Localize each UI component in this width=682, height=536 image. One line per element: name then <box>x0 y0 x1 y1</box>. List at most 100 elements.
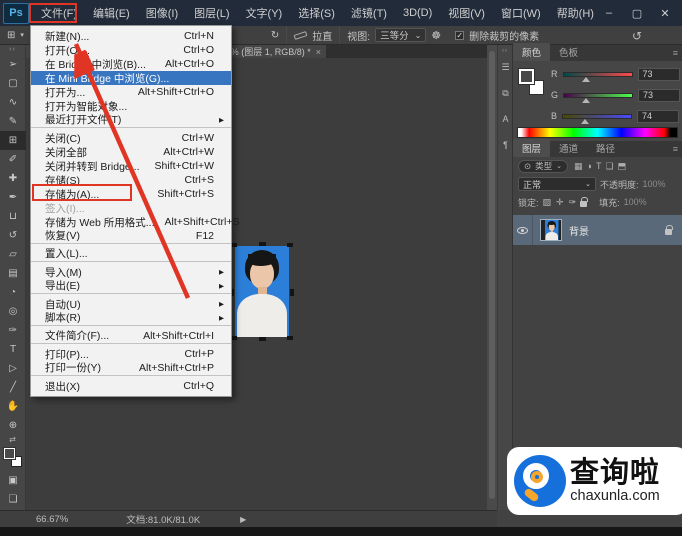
visibility-toggle[interactable] <box>513 215 533 245</box>
menu-item[interactable]: 打开为... Alt+Shift+Ctrl+O ▶ <box>31 85 231 99</box>
menubar-item[interactable]: 文字(Y) <box>238 0 291 26</box>
tab-channels[interactable]: 通道 <box>550 139 587 157</box>
scrollbar-thumb[interactable] <box>489 51 495 499</box>
menu-item[interactable]: 签入(I)... ▶ <box>31 201 231 215</box>
tool-button[interactable]: ✐ <box>0 150 26 169</box>
tab-color[interactable]: 颜色 <box>513 43 551 61</box>
crop-handle[interactable] <box>259 337 266 341</box>
screen-mode-button[interactable]: ❏ <box>0 490 26 509</box>
blue-value-field[interactable]: 74 <box>637 109 680 123</box>
tool-button[interactable]: ▤ <box>0 264 26 283</box>
lock-option-icon[interactable]: ▨ <box>543 197 552 208</box>
dock-panel-icon[interactable]: A <box>498 106 513 132</box>
lock-all-icon[interactable] <box>580 197 589 207</box>
crop-handle[interactable] <box>287 243 293 247</box>
menu-item[interactable]: 在 Bridge 中浏览(B)... Alt+Ctrl+O ▶ <box>31 57 231 71</box>
vertical-scrollbar[interactable] <box>487 45 497 510</box>
menu-item[interactable]: 导出(E) ▶ <box>31 279 231 294</box>
panel-menu-icon[interactable]: ≡ <box>673 144 678 154</box>
opacity-value[interactable]: 100% <box>643 179 666 189</box>
maximize-button[interactable]: ▢ <box>624 4 650 22</box>
dock-panel-icon[interactable]: ☰ <box>498 54 513 80</box>
reset-tool-icon[interactable]: ↺ <box>632 29 642 43</box>
tool-button[interactable]: ✑ <box>0 321 26 340</box>
tool-button[interactable]: ⊔ <box>0 207 26 226</box>
lock-option-icon[interactable]: ✑ <box>569 197 577 208</box>
menu-item[interactable]: 在 Mini Bridge 中浏览(G)... ▶ <box>31 71 231 85</box>
blue-slider[interactable] <box>562 113 633 124</box>
tool-button[interactable]: T <box>0 340 26 359</box>
red-slider[interactable] <box>562 71 633 82</box>
layer-filter-icon[interactable]: T <box>594 161 604 172</box>
tool-button[interactable]: ✚ <box>0 169 26 188</box>
menubar-item[interactable]: 3D(D) <box>395 0 440 26</box>
panel-menu-icon[interactable]: ≡ <box>673 48 678 58</box>
dock-panel-icon[interactable]: ¶ <box>498 132 513 158</box>
crop-handle[interactable] <box>259 242 266 246</box>
tool-button[interactable]: ▷ <box>0 359 26 378</box>
menu-item[interactable]: 导入(M) ▶ <box>31 265 231 279</box>
tool-button[interactable]: ▱ <box>0 245 26 264</box>
tool-button[interactable]: ∿ <box>0 93 26 112</box>
menu-item[interactable]: 退出(X) Ctrl+Q ▶ <box>31 379 231 393</box>
layer-filter-icon[interactable]: ❏ <box>603 161 615 172</box>
tab-paths[interactable]: 路径 <box>587 139 624 157</box>
tool-button[interactable]: ◎ <box>0 302 26 321</box>
menubar-item[interactable]: 帮助(H) <box>549 0 602 26</box>
menu-item[interactable]: 恢复(V) F12 ▶ <box>31 229 231 244</box>
status-options-arrow-icon[interactable]: ▶ <box>240 515 246 524</box>
menu-item[interactable]: 存储为 Web 所用格式... Alt+Shift+Ctrl+S ▶ <box>31 215 240 229</box>
layer-filter-icon[interactable]: ▦ <box>572 161 585 172</box>
menubar-item[interactable]: 图层(L) <box>186 0 237 26</box>
menu-item[interactable]: 文件简介(F)... Alt+Shift+Ctrl+I ▶ <box>31 329 231 344</box>
menu-item[interactable]: 新建(N)... Ctrl+N ▶ <box>31 29 231 43</box>
slider-thumb-icon[interactable] <box>582 97 591 103</box>
menubar-item[interactable]: 编辑(E) <box>85 0 138 26</box>
menu-item[interactable]: 打印一份(Y) Alt+Shift+Ctrl+P ▶ <box>31 361 231 376</box>
foreground-color-swatch[interactable] <box>518 68 535 85</box>
tool-button[interactable]: ⊕ <box>0 416 26 435</box>
crop-preset-group[interactable]: ⊞ ▾ <box>0 26 32 44</box>
fill-value[interactable]: 100% <box>624 197 647 207</box>
tool-button[interactable]: ✋ <box>0 397 26 416</box>
blend-mode-dropdown[interactable]: 正常 ⌄ <box>518 177 596 191</box>
color-spectrum-bar[interactable] <box>517 127 678 138</box>
green-value-field[interactable]: 73 <box>638 88 681 102</box>
overlay-dropdown[interactable]: 三等分 ⌄ <box>375 28 427 42</box>
quick-mask-button[interactable]: ▣ <box>0 471 26 490</box>
menu-item[interactable]: 置入(L)... ▶ <box>31 247 231 262</box>
tool-button[interactable]: ✒ <box>0 188 26 207</box>
zoom-level-field[interactable]: 66.67% <box>36 514 68 525</box>
menu-item[interactable]: 最近打开文件(T) ▶ <box>31 113 231 128</box>
swap-colors-icon[interactable]: ⇄ <box>0 435 25 445</box>
toolbox-expander-icon[interactable]: ›› <box>0 45 25 55</box>
straighten-button[interactable]: 拉直 <box>287 26 341 44</box>
foreground-color-swatch[interactable] <box>3 447 16 460</box>
layer-filter-icon[interactable]: ⬒ <box>616 161 629 172</box>
tool-button[interactable]: ╱ <box>0 378 26 397</box>
menu-item[interactable]: 关闭(C) Ctrl+W ▶ <box>31 131 231 145</box>
menubar-item[interactable]: 窗口(W) <box>493 0 549 26</box>
dock-panel-icon[interactable]: ⧉ <box>498 80 513 106</box>
layer-thumbnail[interactable] <box>540 219 562 241</box>
tool-button[interactable]: ✎ <box>0 112 26 131</box>
lock-option-icon[interactable]: ✛ <box>556 197 564 208</box>
delete-cropped-pixels-checkbox[interactable]: ✓ 删除裁剪的像素 <box>448 26 546 44</box>
menu-item[interactable]: 自动(U) ▶ <box>31 297 231 311</box>
menu-item[interactable]: 关闭并转到 Bridge... Shift+Ctrl+W ▶ <box>31 159 231 173</box>
layer-filter-icon[interactable]: ◑ <box>585 161 594 172</box>
menubar-item[interactable]: 视图(V) <box>440 0 493 26</box>
filter-kind-dropdown[interactable]: ⊙ 类型 ⌄ <box>518 159 569 173</box>
slider-thumb-icon[interactable] <box>581 118 590 124</box>
menu-item[interactable]: 打开(O)... Ctrl+O ▶ <box>31 43 231 57</box>
layer-name[interactable]: 背景 <box>569 223 665 238</box>
rotate-crop-button[interactable]: ↻ <box>264 26 288 44</box>
minimize-button[interactable]: – <box>596 4 622 22</box>
menubar-item[interactable]: 图像(I) <box>138 0 186 26</box>
menu-item[interactable]: 脚本(R) ▶ <box>31 311 231 326</box>
tab-close-icon[interactable]: × <box>316 47 321 57</box>
tool-button[interactable]: ⊞ <box>0 131 26 150</box>
tab-swatches[interactable]: 色板 <box>550 43 587 61</box>
close-button[interactable]: ✕ <box>652 4 678 22</box>
tool-button[interactable]: ➢ <box>0 55 26 74</box>
